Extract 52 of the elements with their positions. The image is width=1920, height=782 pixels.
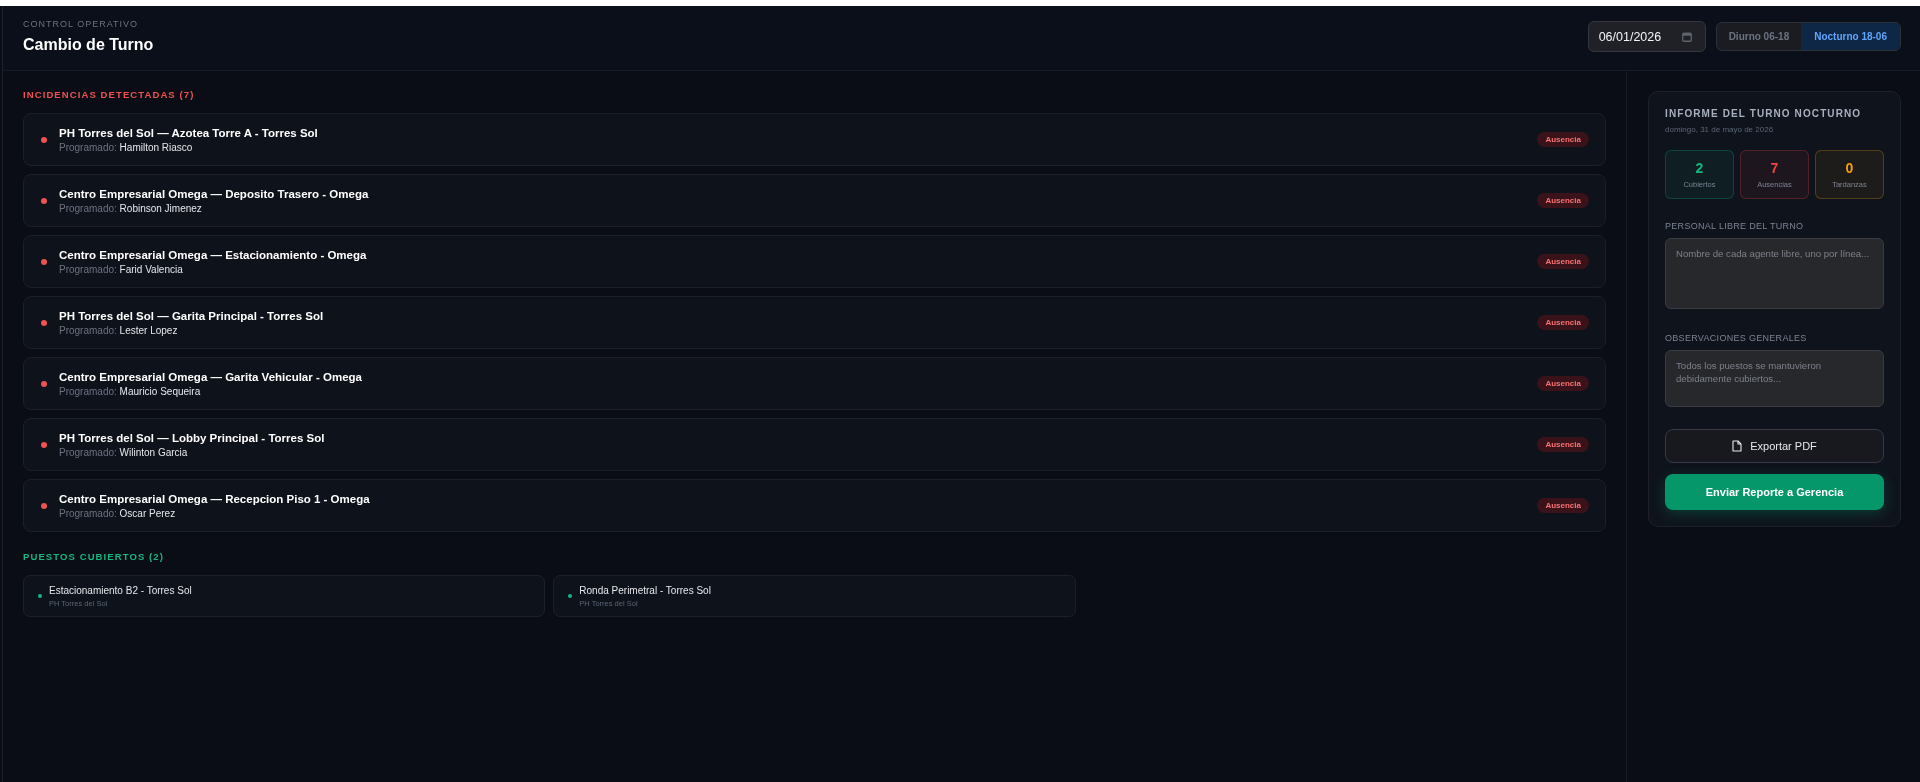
- absence-badge: Ausencia: [1537, 193, 1589, 208]
- field-label: OBSERVACIONES GENERALES: [1665, 332, 1808, 344]
- field-label: PERSONAL LIBRE DEL TURNO: [1665, 220, 1805, 232]
- send-report-button[interactable]: Enviar Reporte a Gerencia: [1665, 474, 1884, 510]
- shift-tab[interactable]: Nocturno 18-06: [1801, 23, 1900, 50]
- status-dot-icon: [41, 441, 47, 448]
- status-dot-icon: [38, 594, 42, 598]
- scheduled-guard-text: Programado: Wilinton Garcia: [59, 446, 189, 459]
- status-dot-icon: [41, 136, 47, 143]
- status-dot-icon: [41, 380, 47, 387]
- post-title: Centro Empresarial Omega — Recepcion Piso 1 - Omega: [59, 491, 370, 506]
- status-dot-icon: [41, 319, 47, 326]
- scheduled-guard-text: Programado: Oscar Perez: [59, 507, 177, 520]
- post-title: PH Torres del Sol — Azotea Torre A - Torres Sol: [59, 125, 318, 140]
- eyebrow-label: CONTROL OPERATIVO: [23, 18, 139, 30]
- absence-badge: Ausencia: [1537, 376, 1589, 391]
- panel-title: INFORME DEL TURNO NOCTURNO: [1665, 108, 1863, 120]
- page-title: Cambio de Turno: [23, 34, 154, 54]
- post-title: PH Torres del Sol — Lobby Principal - Torres Sol: [59, 430, 325, 445]
- calendar-icon: [1681, 31, 1692, 42]
- absence-badge: Ausencia: [1537, 132, 1589, 147]
- scheduled-guard-text: Programado: Hamilton Riasco: [59, 141, 194, 154]
- stat-value: 2: [1695, 160, 1704, 177]
- date-field[interactable]: 06/01/2026: [1587, 21, 1706, 52]
- absence-badge: Ausencia: [1537, 315, 1589, 330]
- scheduled-guard-text: Programado: Lester Lopez: [59, 324, 179, 337]
- report-date: domingo, 31 de mayo de 2026: [1665, 125, 1775, 135]
- export-pdf-button[interactable]: Exportar PDF: [1665, 429, 1884, 463]
- post-title: Centro Empresarial Omega — Garita Vehicular - Omega: [59, 369, 362, 384]
- post-title: Estacionamiento B2 - Torres Sol: [49, 584, 192, 597]
- text-area-field[interactable]: Nombre de cada agente libre, uno por línea...: [1665, 238, 1884, 309]
- status-dot-icon: [41, 197, 47, 204]
- stat-value: 0: [1845, 160, 1854, 177]
- post-title: PH Torres del Sol — Garita Principal - Torres Sol: [59, 308, 324, 323]
- section-title: PUESTOS CUBIERTOS (2): [23, 551, 165, 563]
- absence-badge: Ausencia: [1537, 437, 1589, 452]
- scheduled-guard-text: Programado: Robinson Jimenez: [59, 202, 203, 215]
- absence-badge: Ausencia: [1537, 498, 1589, 513]
- section-title: INCIDENCIAS DETECTADAS (7): [23, 89, 196, 101]
- status-dot-icon: [41, 502, 47, 509]
- file-icon: [1732, 440, 1743, 452]
- scheduled-guard-text: Programado: Mauricio Sequeira: [59, 385, 202, 398]
- shift-tab[interactable]: Diurno 06-18: [1716, 23, 1802, 50]
- absence-badge: Ausencia: [1537, 254, 1589, 269]
- status-dot-icon: [568, 594, 573, 598]
- text-area-field[interactable]: Todos los puestos se mantuvieron debidamente cubiertos...: [1665, 350, 1884, 407]
- post-title: Ronda Perimetral - Torres Sol: [579, 584, 711, 597]
- post-title: Centro Empresarial Omega — Estacionamiento - Omega: [59, 247, 367, 262]
- stat-value: 7: [1770, 160, 1779, 177]
- status-dot-icon: [41, 258, 47, 265]
- scheduled-guard-text: Programado: Farid Valencia: [59, 263, 184, 276]
- post-title: Centro Empresarial Omega — Deposito Trasero - Omega: [59, 186, 369, 201]
